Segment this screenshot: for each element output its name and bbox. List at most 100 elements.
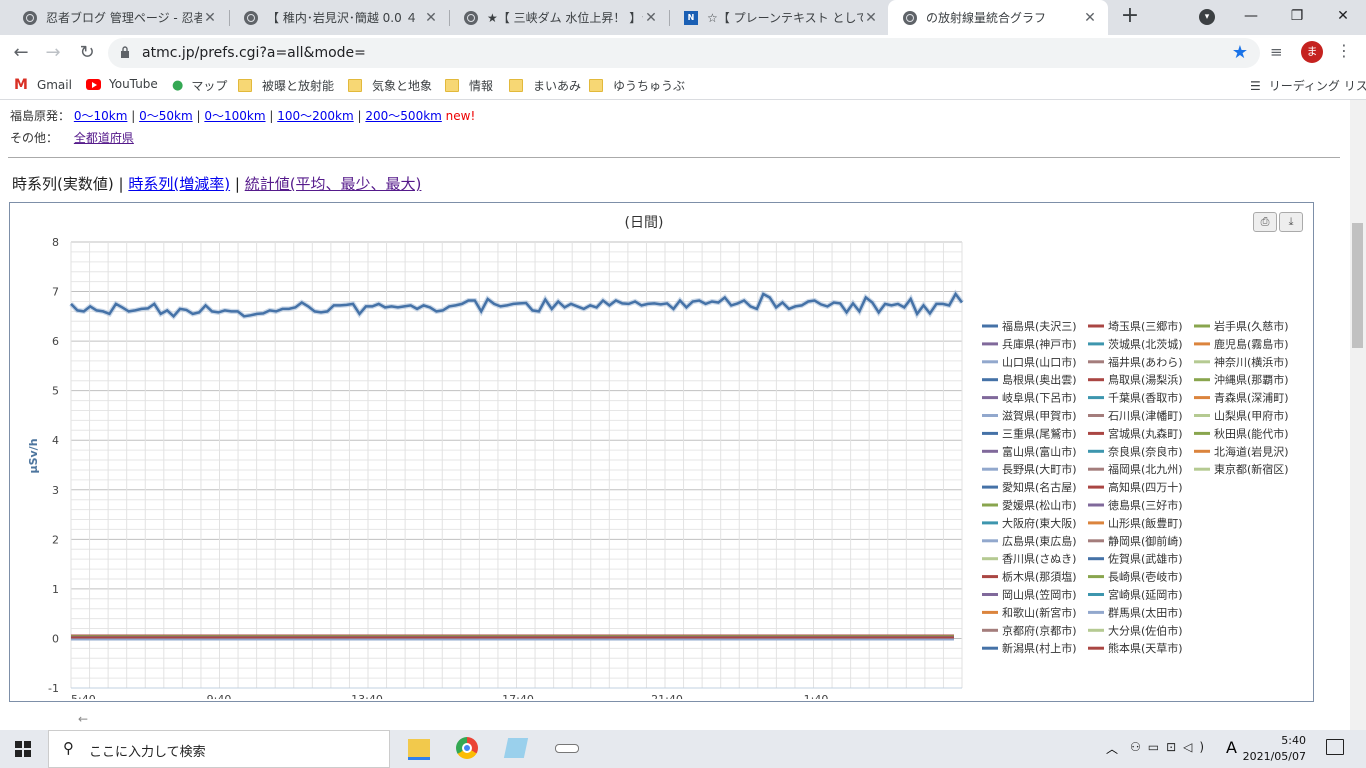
y-tick-label: 5: [52, 385, 59, 398]
tab-strip: 忍者ブログ 管理ページ - 忍者ツー ✕ 【 稚内･岩見沢･簡越 0.0 ４ ４…: [0, 0, 1366, 35]
ime-indicator[interactable]: A: [1226, 738, 1237, 757]
y-tick-label: 7: [52, 286, 59, 299]
close-window-button[interactable]: ✕: [1320, 0, 1366, 32]
legend-item: 埼玉県(三郷市): [1108, 319, 1183, 333]
legend-item: 香川県(さぬき): [1002, 553, 1076, 566]
legend-item: 高知県(四万十): [1108, 480, 1183, 494]
range-link-0-50[interactable]: 0〜50km: [139, 109, 193, 123]
folder-icon: [509, 79, 523, 92]
taskbar-search[interactable]: ⚲ ここに入力して検索: [48, 730, 390, 768]
range-link-200-500[interactable]: 200〜500km: [365, 109, 441, 123]
lock-icon: [121, 46, 129, 58]
legend-item: 山形県(飯豊町): [1108, 516, 1183, 530]
tab-4[interactable]: N ☆【 プレーンテキスト として 貼りつ ✕: [669, 0, 889, 35]
tab-1[interactable]: 忍者ブログ 管理ページ - 忍者ツー ✕: [8, 0, 228, 35]
legend-item: 群馬県(太田市): [1108, 605, 1183, 619]
legend-item: 山口県(山口市): [1002, 355, 1077, 369]
scroll-left-icon[interactable]: ←: [78, 712, 88, 726]
reading-list-icon: ☰: [1250, 78, 1261, 93]
legend-item: 宮崎県(延岡市): [1108, 588, 1183, 602]
bookmark-youtube[interactable]: YouTube: [86, 77, 158, 91]
reload-icon[interactable]: ↻: [75, 41, 99, 65]
folder-icon: [445, 79, 459, 92]
app-icon[interactable]: [503, 738, 529, 758]
folder-icon: [589, 79, 603, 92]
bookmark-folder-3[interactable]: 情報: [445, 77, 493, 94]
y-tick-label: 6: [52, 335, 59, 348]
tray-icons[interactable]: ⚇▭⊡◁): [1130, 740, 1211, 754]
tab-title: 忍者ブログ 管理ページ - 忍者ツー: [46, 11, 202, 25]
legend-item: 山梨県(甲府市): [1214, 409, 1289, 423]
tab-5-active[interactable]: の放射線量統合グラフ ✕: [888, 0, 1108, 35]
range-link-0-100[interactable]: 0〜100km: [204, 109, 265, 123]
divider: [8, 157, 1340, 158]
close-icon[interactable]: ✕: [202, 10, 218, 26]
x-tick-label: 9:40: [207, 693, 232, 699]
legend-item: 大分県(佐伯市): [1108, 623, 1183, 637]
globe-icon: [243, 10, 259, 26]
fukushima-range-row: 福島原発： 0〜10km | 0〜50km | 0〜100km | 100〜20…: [10, 109, 476, 123]
map-pin-icon: ●: [172, 78, 184, 93]
new-tab-button[interactable]: +: [1118, 4, 1142, 28]
browser-toolbar: ← → ↻ atmc.jp/prefs.cgi?a=all&mode= ★ ≡ …: [0, 35, 1366, 71]
tab-2[interactable]: 【 稚内･岩見沢･簡越 0.0 ４ ４ ✕: [229, 0, 449, 35]
file-explorer-icon[interactable]: [408, 739, 430, 760]
close-icon[interactable]: ✕: [643, 10, 659, 26]
tray-chevron-icon[interactable]: ︿: [1106, 740, 1118, 757]
notification-icon[interactable]: [1326, 739, 1344, 755]
all-prefectures-link[interactable]: 全都道府県: [74, 131, 134, 145]
forward-icon[interactable]: →: [41, 41, 65, 65]
reading-list-button[interactable]: ☰リーディング リスト: [1250, 77, 1366, 94]
other-label: その他：: [10, 131, 59, 145]
legend-item: 徳島県(三好市): [1108, 498, 1183, 512]
y-tick-label: -1: [48, 682, 59, 695]
close-icon[interactable]: ✕: [863, 10, 879, 26]
windows-start-icon[interactable]: [15, 741, 31, 757]
fukushima-label: 福島原発：: [10, 109, 71, 123]
chrome-icon[interactable]: [456, 737, 478, 759]
mode-link-change-rate[interactable]: 時系列(増減率): [128, 175, 230, 193]
bookmark-folder-4[interactable]: まいあみ: [509, 77, 581, 94]
app-icon-2[interactable]: [555, 744, 579, 753]
legend-item: 長野県(大町市): [1002, 462, 1077, 476]
legend-item: 岩手県(久慈市): [1214, 319, 1289, 333]
tab-3[interactable]: ★【 三峡ダム 水位上昇！ 】★ ✕: [449, 0, 669, 35]
range-link-100-200[interactable]: 100〜200km: [277, 109, 353, 123]
scrollbar-thumb[interactable]: [1352, 223, 1363, 348]
media-list-icon[interactable]: ≡: [1270, 43, 1283, 61]
minimize-button[interactable]: —: [1228, 0, 1274, 32]
close-icon[interactable]: ✕: [423, 10, 439, 26]
legend-item: 福島県(夫沢三): [1002, 319, 1077, 333]
legend-item: 広島県(東広島): [1002, 534, 1077, 548]
bookmark-folder-2[interactable]: 気象と地象: [348, 77, 432, 94]
youtube-icon: [86, 78, 101, 90]
bookmarks-bar: M Gmail YouTube ● マップ 被曝と放射能 気象と地象 情報 まい…: [0, 71, 1366, 100]
legend-item: 京都府(京都市): [1002, 623, 1077, 637]
legend-item: 茨城県(北茨城): [1108, 337, 1183, 351]
legend-item: 岐阜県(下呂市): [1002, 391, 1077, 405]
range-link-0-10[interactable]: 0〜10km: [74, 109, 128, 123]
back-icon[interactable]: ←: [9, 41, 33, 65]
bookmark-star-icon[interactable]: ★: [1232, 42, 1248, 63]
clock[interactable]: 5:40 2021/05/07: [1243, 733, 1306, 765]
bookmark-folder-1[interactable]: 被曝と放射能: [238, 77, 334, 94]
close-icon[interactable]: ✕: [1082, 10, 1098, 26]
maximize-button[interactable]: ❐: [1274, 0, 1320, 32]
avatar[interactable]: ま: [1301, 41, 1323, 63]
menu-kebab-icon[interactable]: ⋮: [1336, 41, 1352, 60]
mode-link-statistics[interactable]: 統計値(平均、最少、最大): [245, 175, 422, 193]
address-bar[interactable]: atmc.jp/prefs.cgi?a=all&mode= ★: [108, 38, 1260, 68]
tab-search-icon[interactable]: ▾: [1199, 9, 1215, 25]
y-tick-label: 4: [52, 434, 59, 447]
gmail-icon: M: [14, 77, 28, 93]
legend-item: 滋賀県(甲賀市): [1002, 409, 1077, 423]
bookmark-folder-5[interactable]: ゆうちゅうぶ: [589, 77, 685, 94]
vertical-scrollbar[interactable]: [1350, 100, 1366, 730]
other-row: その他： 全都道府県: [10, 129, 134, 146]
bookmark-gmail[interactable]: M Gmail: [14, 77, 72, 93]
folder-icon: [238, 79, 252, 92]
legend-item: 長崎県(壱岐市): [1108, 570, 1183, 584]
y-tick-label: 8: [52, 236, 59, 249]
bookmark-maps[interactable]: ● マップ: [172, 77, 227, 94]
legend-item: 栃木県(那須塩): [1002, 570, 1077, 584]
